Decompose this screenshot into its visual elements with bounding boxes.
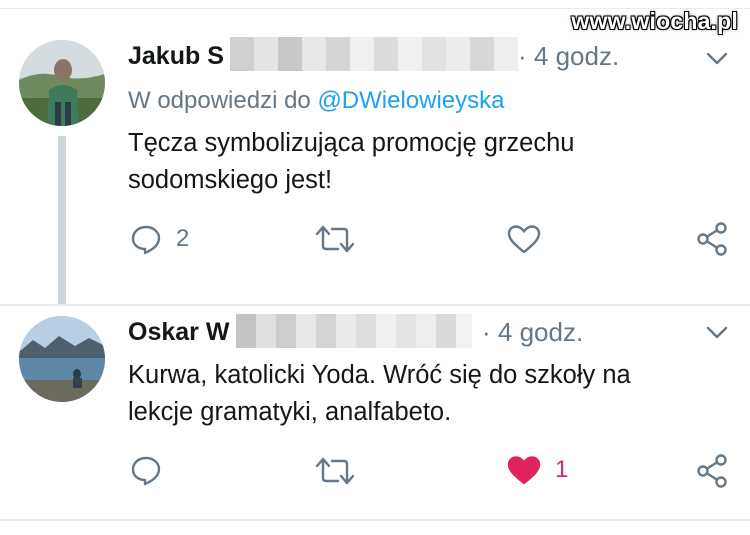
retweet-button[interactable] xyxy=(316,224,368,254)
like-button[interactable] xyxy=(507,224,555,254)
share-icon xyxy=(697,222,727,256)
like-icon xyxy=(507,456,541,485)
timestamp[interactable]: · 4 godz. xyxy=(482,317,583,348)
tweet-text: Tęcza symbolizująca promocję grzechu sod… xyxy=(128,125,574,199)
reply-icon xyxy=(131,225,161,255)
author-name[interactable]: Jakub S xyxy=(128,42,224,71)
bottom-divider xyxy=(0,519,750,521)
reply-count: 2 xyxy=(176,225,190,252)
author-name[interactable]: Oskar W xyxy=(128,318,229,347)
avatar-jakub[interactable] xyxy=(19,40,105,126)
tweet-text-line: lekcje gramatyki, analfabeto. xyxy=(128,398,452,426)
pixelated-name-redaction xyxy=(236,314,472,348)
thread-line xyxy=(58,136,66,304)
retweet-icon xyxy=(316,457,354,485)
reply-button[interactable] xyxy=(130,454,176,486)
chevron-down-icon[interactable] xyxy=(706,52,728,66)
timestamp[interactable]: · 4 godz. xyxy=(518,41,619,72)
like-count: 1 xyxy=(555,456,569,483)
share-icon xyxy=(697,454,727,488)
tweet-text-line: Tęcza symbolizująca promocję grzechu xyxy=(128,129,575,157)
reply-prefix: W odpowiedzi do xyxy=(128,87,318,114)
like-button[interactable]: 1 xyxy=(507,455,568,485)
watermark: www.wiocha.pl xyxy=(571,8,738,34)
pixelated-name-redaction xyxy=(230,37,518,71)
share-button[interactable] xyxy=(696,454,728,488)
retweet-button[interactable] xyxy=(316,456,368,486)
like-icon xyxy=(507,225,541,254)
reply-context: W odpowiedzi do @DWielowieyska xyxy=(128,87,505,115)
tweet-text-line: sodomskiego jest! xyxy=(128,166,333,194)
tweet-text: Kurwa, katolicki Yoda. Wróć się do szkoł… xyxy=(128,357,631,431)
tweet-divider xyxy=(0,304,750,306)
retweet-icon xyxy=(316,225,354,253)
tweet-text-line: Kurwa, katolicki Yoda. Wróć się do szkoł… xyxy=(128,361,631,389)
reply-button[interactable]: 2 xyxy=(130,223,189,255)
chevron-down-icon[interactable] xyxy=(706,326,728,340)
share-button[interactable] xyxy=(696,222,728,256)
avatar-oskar[interactable] xyxy=(19,316,105,402)
reply-icon xyxy=(131,456,161,486)
reply-handle-link[interactable]: @DWielowieyska xyxy=(317,87,504,114)
